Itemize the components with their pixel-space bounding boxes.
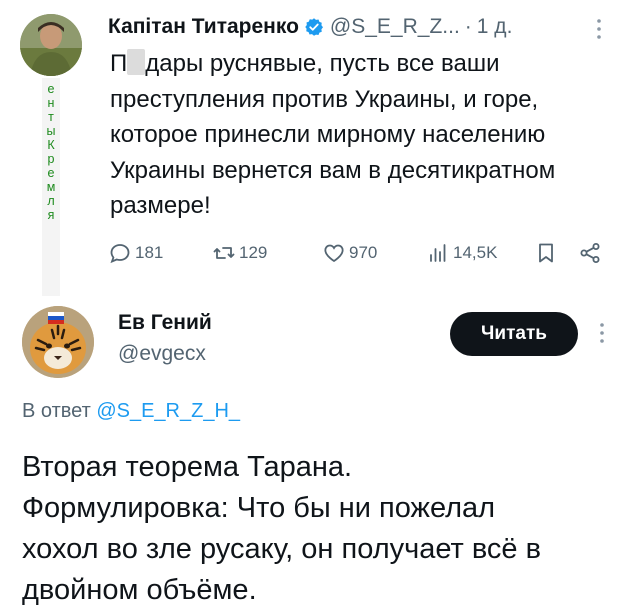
bookmark-button[interactable] (534, 238, 561, 268)
views-count: 14,5K (453, 243, 498, 262)
share-icon (580, 243, 600, 263)
more-options-icon[interactable] (594, 18, 604, 40)
reply-to-handle-link[interactable]: @S_E_R_Z_H_ (96, 400, 240, 422)
repost-icon (213, 247, 235, 259)
like-button[interactable]: 970 (322, 238, 377, 268)
repost-count: 129 (239, 243, 268, 262)
reply-button[interactable]: 181 (108, 238, 163, 268)
separator-dot: · (464, 15, 472, 38)
tweet-time[interactable]: 1 д. (477, 15, 513, 39)
tweet-header: Капітан Титаренко @S_E_R_Z... · 1 д. (108, 12, 512, 42)
reply-text: Вторая теорема Тарана. Формулировка: Что… (22, 451, 542, 606)
like-icon (324, 244, 344, 263)
views-button[interactable]: 14,5K (426, 238, 497, 268)
replier-avatar[interactable] (22, 306, 94, 378)
share-button[interactable] (578, 238, 605, 268)
author-name[interactable]: Капітан Титаренко (108, 15, 299, 39)
follow-button[interactable]: Читать (450, 312, 578, 356)
author-handle[interactable]: @S_E_R_Z... (330, 15, 460, 39)
reply-icon (110, 244, 130, 264)
reply-context: В ответ @S_E_R_Z_H_ (22, 400, 241, 422)
reply-count: 181 (135, 243, 164, 262)
replier-name[interactable]: Ев Гений (118, 311, 212, 335)
like-count: 970 (349, 243, 378, 262)
views-icon (430, 244, 446, 262)
bookmark-icon (539, 243, 553, 263)
verified-badge-icon (305, 18, 323, 36)
more-options-icon[interactable] (597, 322, 607, 344)
tweet-text: Пдары руснявые, пусть все ваши преступле… (110, 49, 556, 219)
repost-button[interactable]: 129 (212, 238, 267, 268)
tweet-actions-bar: 181 129 970 14,5K (108, 238, 608, 268)
avatar-overlay-text: е н т ы К р е м л я (46, 82, 56, 222)
author-avatar[interactable] (20, 14, 82, 76)
censor-mask (127, 49, 146, 75)
replier-handle[interactable]: @evgecx (118, 342, 206, 366)
